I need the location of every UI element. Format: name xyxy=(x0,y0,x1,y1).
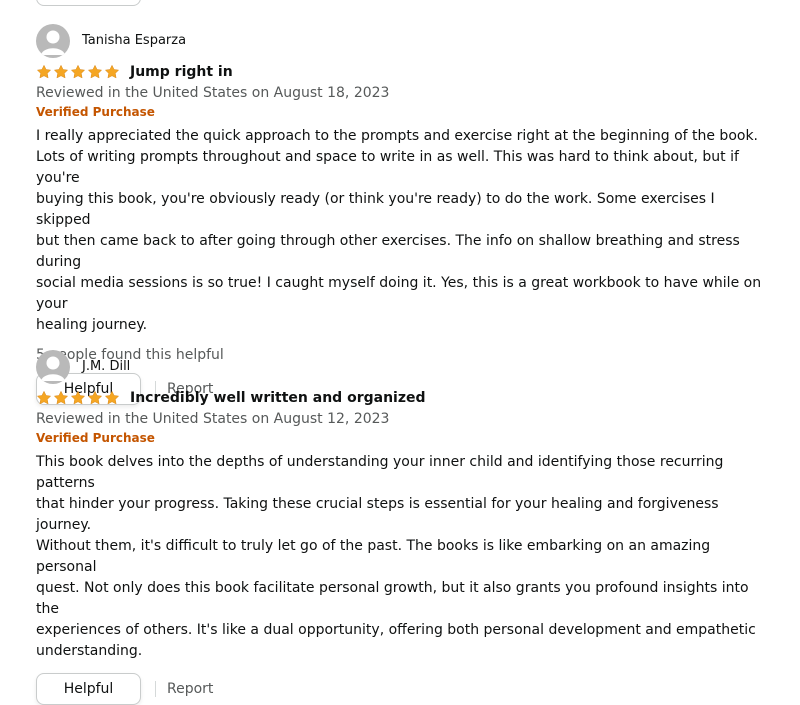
report-link[interactable]: Report xyxy=(167,680,213,698)
review-actions: Helpful Report xyxy=(36,673,766,705)
action-divider xyxy=(155,681,156,697)
star-icon xyxy=(36,390,52,405)
review-title-row: Incredibly well written and organized xyxy=(36,388,766,408)
star-icon xyxy=(104,390,120,405)
review-title-row: Jump right in xyxy=(36,62,766,82)
reviewer-profile[interactable]: Tanisha Esparza xyxy=(36,24,766,58)
star-rating[interactable] xyxy=(36,390,122,406)
reviewer-profile[interactable]: J.M. Dill xyxy=(36,350,766,384)
user-silhouette-icon xyxy=(41,30,65,55)
star-icon xyxy=(36,64,52,79)
star-icon xyxy=(87,64,103,79)
review-card: Tanisha Esparza Jump right in Reviewed i… xyxy=(36,24,766,405)
star-icon xyxy=(104,64,120,79)
review-body: I really appreciated the quick approach … xyxy=(36,128,762,333)
verified-purchase-badge[interactable]: Verified Purchase xyxy=(36,430,766,446)
star-icon xyxy=(53,390,69,405)
star-rating[interactable] xyxy=(36,64,122,80)
review-body: This book delves into the depths of unde… xyxy=(36,454,756,659)
star-icon xyxy=(70,390,86,405)
reviewer-name[interactable]: Tanisha Esparza xyxy=(82,32,186,50)
review-title[interactable]: Jump right in xyxy=(130,63,233,81)
reviewer-name[interactable]: J.M. Dill xyxy=(82,358,130,376)
avatar xyxy=(36,24,70,58)
review-card: J.M. Dill Incredibly well written and or… xyxy=(36,350,766,705)
review-date: Reviewed in the United States on August … xyxy=(36,85,390,101)
user-silhouette-icon xyxy=(41,356,65,381)
verified-purchase-badge[interactable]: Verified Purchase xyxy=(36,104,766,120)
star-icon xyxy=(87,390,103,405)
helpful-button[interactable]: Helpful xyxy=(36,673,141,705)
review-title[interactable]: Incredibly well written and organized xyxy=(130,389,426,407)
star-icon xyxy=(70,64,86,79)
avatar xyxy=(36,350,70,384)
review-date: Reviewed in the United States on August … xyxy=(36,411,390,427)
previous-helpful-button-edge[interactable] xyxy=(36,0,141,6)
star-icon xyxy=(53,64,69,79)
